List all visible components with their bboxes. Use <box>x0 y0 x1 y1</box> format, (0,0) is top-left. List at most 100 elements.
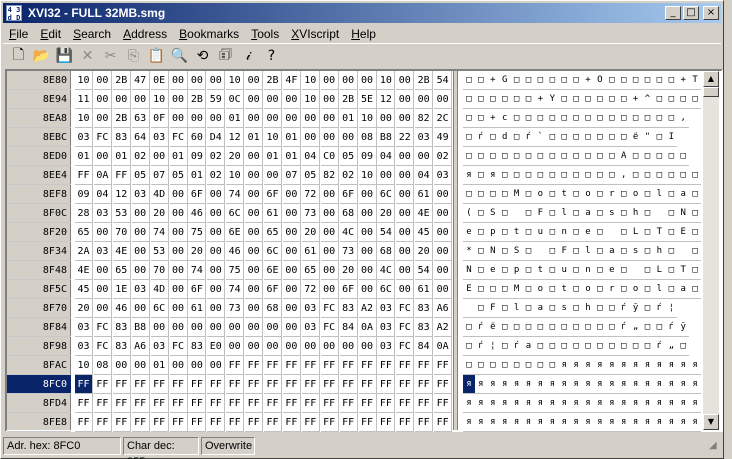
hex-byte[interactable]: 54 <box>415 261 434 280</box>
hex-byte[interactable]: 00 <box>226 337 245 356</box>
char-byte[interactable]: S <box>486 204 499 223</box>
char-byte[interactable]: □ <box>665 261 678 280</box>
char-byte[interactable]: □ <box>474 242 487 261</box>
hex-byte[interactable]: 00 <box>207 299 226 318</box>
hex-byte[interactable]: 00 <box>434 280 453 299</box>
hex-byte[interactable]: 00 <box>434 204 453 223</box>
hex-byte[interactable]: 00 <box>434 185 453 204</box>
char-byte[interactable]: я <box>605 413 618 432</box>
hex-byte[interactable]: 00 <box>396 242 415 261</box>
char-byte[interactable]: □ <box>689 223 702 242</box>
char-byte[interactable]: □ <box>522 261 535 280</box>
char-byte[interactable]: я <box>593 413 606 432</box>
char-byte[interactable]: □ <box>546 356 559 375</box>
char-byte[interactable]: □ <box>582 109 594 128</box>
hex-byte[interactable]: FF <box>415 356 434 375</box>
hex-byte[interactable]: 00 <box>169 356 188 375</box>
char-byte[interactable]: □ <box>653 128 666 147</box>
char-byte[interactable]: □ <box>570 128 583 147</box>
hex-byte[interactable]: 01 <box>150 356 169 375</box>
hex-byte[interactable]: 00 <box>264 337 282 356</box>
char-byte[interactable]: я <box>617 413 630 432</box>
char-byte[interactable]: □ <box>546 223 559 242</box>
hex-byte[interactable]: 00 <box>188 318 207 337</box>
hex-byte[interactable]: 00 <box>282 204 301 223</box>
hex-byte[interactable]: 6C <box>377 185 396 204</box>
char-byte[interactable]: □ <box>665 147 678 166</box>
char-byte[interactable]: E <box>463 280 475 299</box>
hex-byte[interactable]: 00 <box>339 128 358 147</box>
hex-byte[interactable]: 00 <box>169 261 188 280</box>
hex-byte[interactable]: 00 <box>358 337 377 356</box>
char-byte[interactable]: я <box>558 356 571 375</box>
char-byte[interactable]: я <box>641 375 654 394</box>
char-byte[interactable]: я <box>463 394 475 413</box>
maximize-button[interactable]: □ <box>683 6 699 20</box>
hex-byte[interactable]: 00 <box>264 166 282 185</box>
hex-byte[interactable]: FF <box>245 394 264 413</box>
char-byte[interactable]: □ <box>641 318 654 337</box>
char-byte[interactable]: L <box>653 261 666 280</box>
hex-byte[interactable]: FF <box>339 356 358 375</box>
hex-byte[interactable]: 72 <box>301 185 320 204</box>
hex-byte[interactable]: 00 <box>245 185 264 204</box>
char-byte[interactable]: □ <box>570 185 583 204</box>
char-byte[interactable]: □ <box>522 147 535 166</box>
char-byte[interactable]: □ <box>629 109 642 128</box>
hex-byte[interactable]: FF <box>131 394 150 413</box>
hex-byte[interactable]: FF <box>188 375 207 394</box>
char-byte[interactable]: ¦ <box>665 299 678 318</box>
char-byte[interactable]: я <box>665 413 678 432</box>
char-byte[interactable]: □ <box>474 299 487 318</box>
hex-byte[interactable]: 00 <box>282 185 301 204</box>
char-byte[interactable]: □ <box>546 242 559 261</box>
char-byte[interactable]: □ <box>641 166 654 185</box>
hex-byte[interactable]: 00 <box>245 204 264 223</box>
char-byte[interactable]: □ <box>653 318 666 337</box>
hex-byte[interactable]: 01 <box>75 147 93 166</box>
hex-byte[interactable]: 10 <box>301 90 320 109</box>
char-byte[interactable]: □ <box>486 128 499 147</box>
char-byte[interactable]: я <box>653 394 666 413</box>
hex-byte[interactable]: FF <box>434 413 453 432</box>
char-byte[interactable]: я <box>641 394 654 413</box>
hex-byte[interactable]: 00 <box>207 223 226 242</box>
char-byte[interactable]: a <box>677 185 690 204</box>
char-byte[interactable]: □ <box>558 128 571 147</box>
char-byte[interactable]: □ <box>653 71 666 90</box>
hex-byte[interactable]: 00 <box>207 204 226 223</box>
char-byte[interactable]: □ <box>629 147 642 166</box>
char-byte[interactable]: □ <box>641 299 654 318</box>
hex-byte[interactable]: 12 <box>112 185 131 204</box>
char-byte[interactable]: я <box>534 413 547 432</box>
char-byte[interactable]: □ <box>677 147 690 166</box>
hex-byte[interactable]: 00 <box>358 242 377 261</box>
char-byte[interactable]: я <box>570 413 583 432</box>
hex-byte[interactable]: 00 <box>131 90 150 109</box>
char-byte[interactable]: s <box>629 242 642 261</box>
char-byte[interactable]: □ <box>463 90 475 109</box>
hex-byte[interactable]: 4D <box>150 280 169 299</box>
hex-byte[interactable]: 0C <box>226 90 245 109</box>
hex-byte[interactable]: FF <box>282 394 301 413</box>
char-byte[interactable]: □ <box>593 261 606 280</box>
char-byte[interactable]: □ <box>546 109 559 128</box>
char-byte[interactable]: ў <box>677 318 690 337</box>
char-byte[interactable]: □ <box>534 71 547 90</box>
hex-byte[interactable]: 2B <box>188 90 207 109</box>
char-byte[interactable]: □ <box>593 185 606 204</box>
hex-byte[interactable]: FF <box>131 413 150 432</box>
hex-byte[interactable]: 00 <box>169 109 188 128</box>
hex-byte[interactable]: 00 <box>282 299 301 318</box>
char-byte[interactable]: A <box>617 147 630 166</box>
char-byte[interactable]: □ <box>486 280 499 299</box>
hex-byte[interactable]: 03 <box>301 299 320 318</box>
char-byte[interactable] <box>605 223 618 242</box>
char-byte[interactable]: □ <box>570 280 583 299</box>
hex-byte[interactable]: 03 <box>150 337 169 356</box>
char-byte[interactable]: ѓ <box>522 128 535 147</box>
char-byte[interactable]: ¦ <box>486 337 499 356</box>
hex-byte[interactable]: FC <box>93 337 112 356</box>
hex-byte[interactable]: 83 <box>112 318 131 337</box>
hex-byte[interactable]: FF <box>188 413 207 432</box>
